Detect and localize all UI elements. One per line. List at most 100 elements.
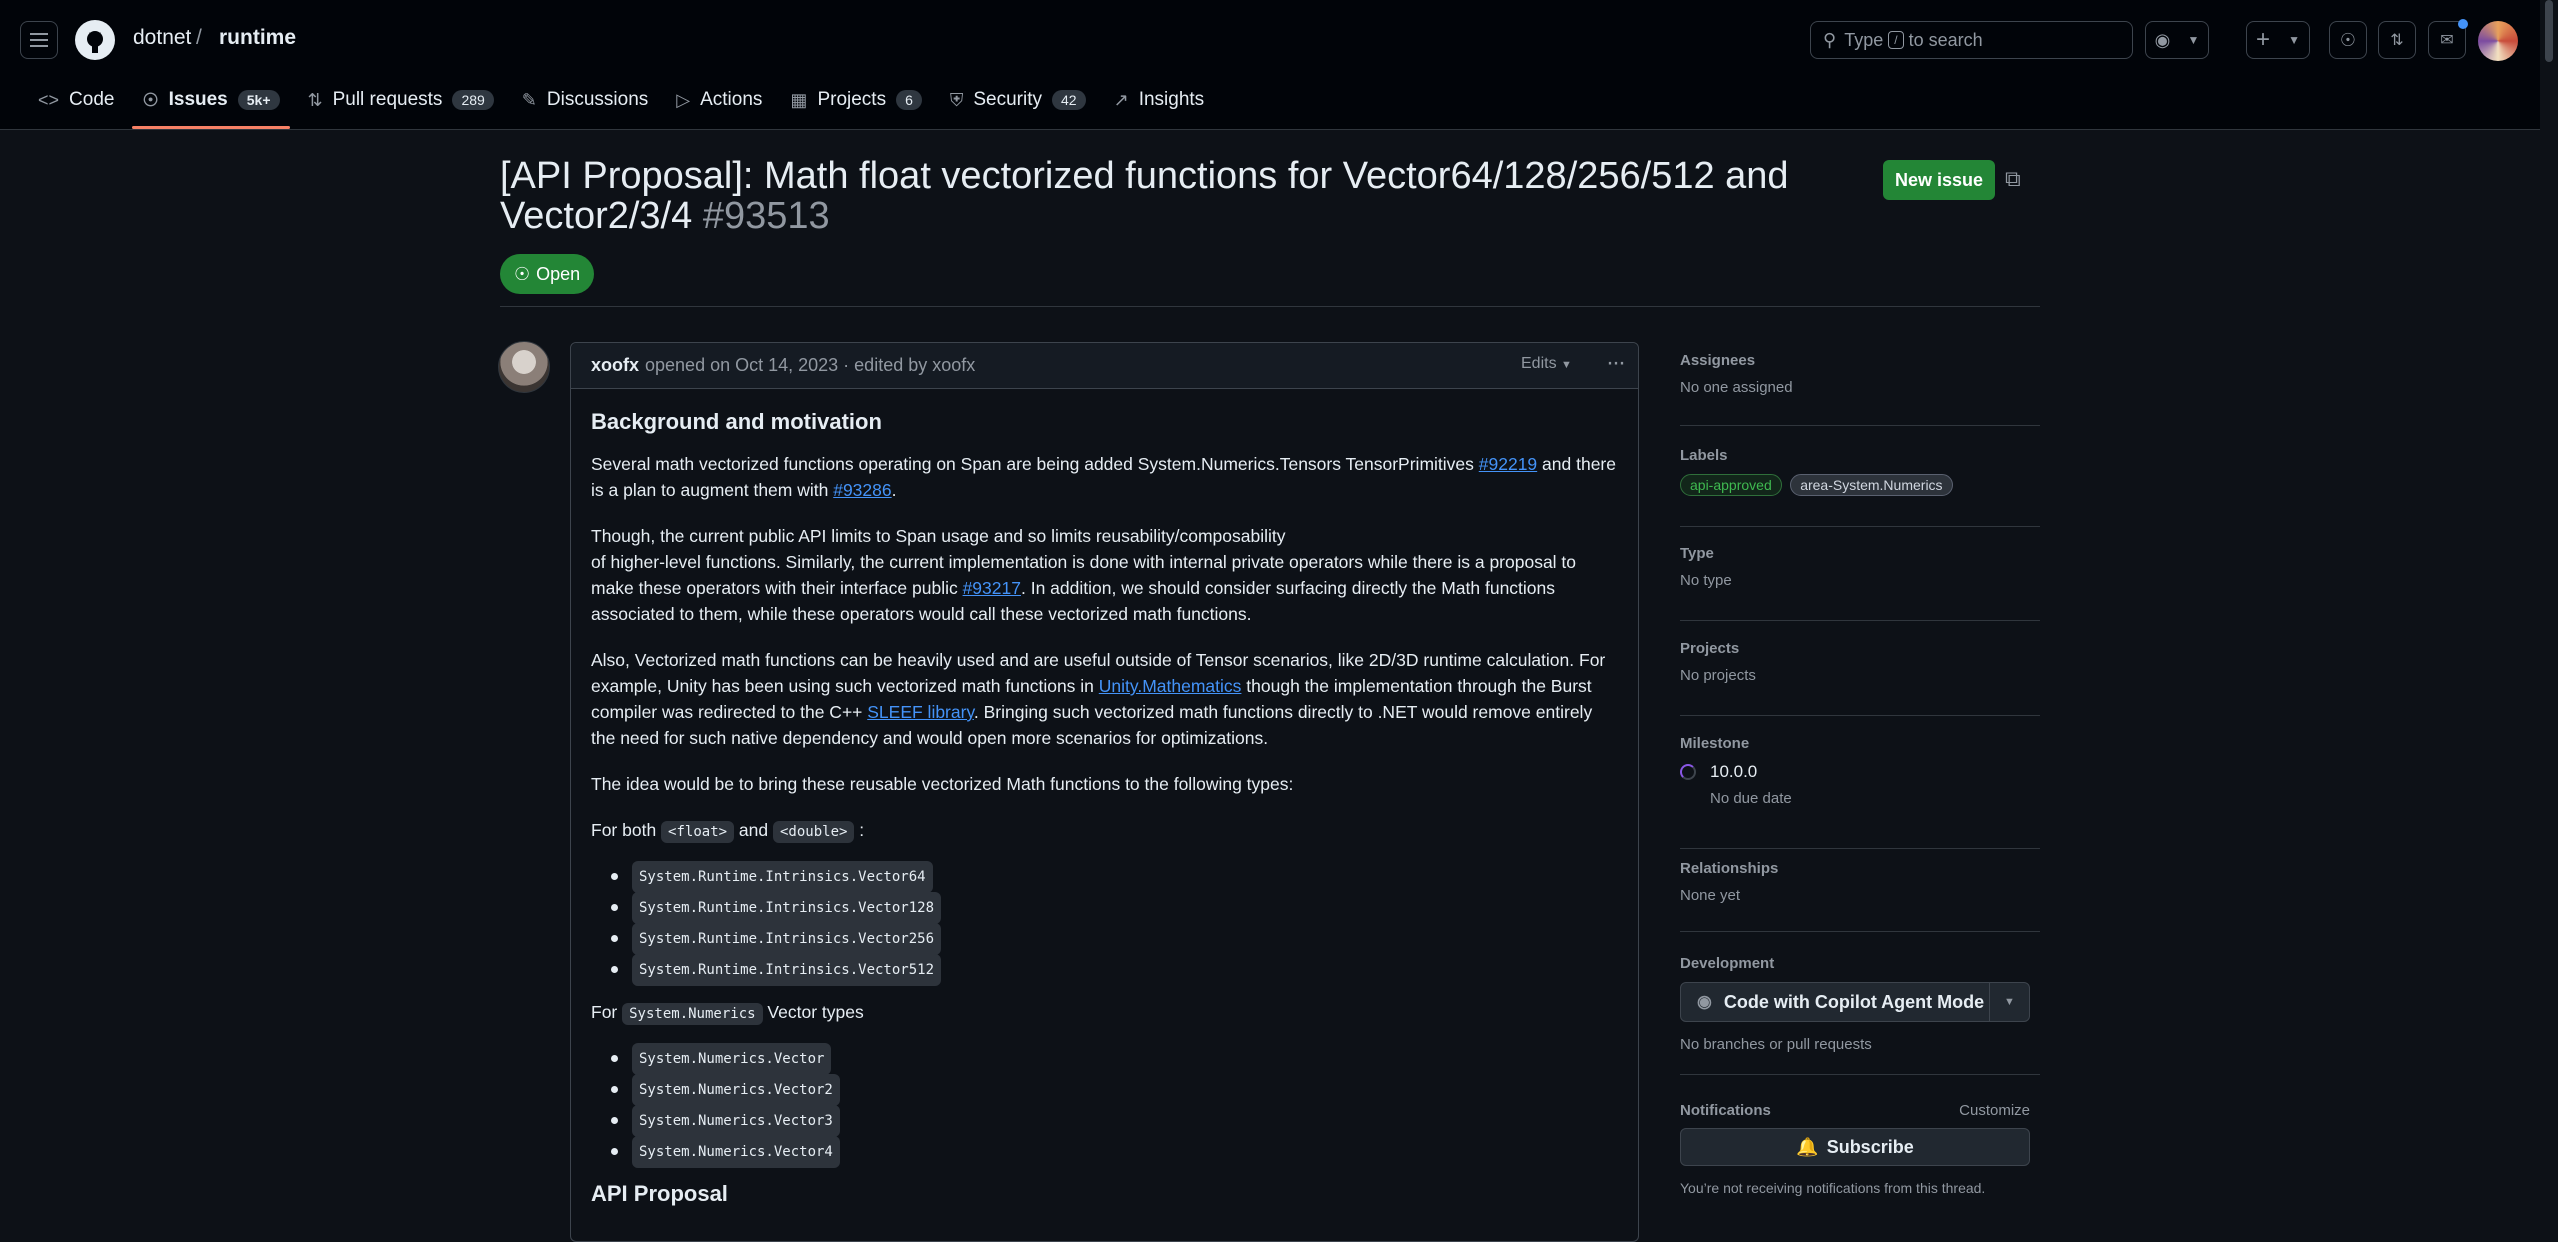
breadcrumb-separator: /	[196, 26, 202, 49]
comment-discussion-icon: ✎	[521, 89, 537, 110]
inbox-button[interactable]: ✉	[2428, 19, 2468, 59]
issue-link[interactable]: #93217	[963, 578, 1021, 598]
label-badge[interactable]: api-approved	[1680, 474, 1782, 496]
sidebar-labels: Labels api-approved area-System.Numerics	[1680, 447, 2040, 527]
repo-nav: <> Code ☉ Issues 5k+ ⇅ Pull requests 289 ✎ Dis…	[28, 84, 1222, 130]
github-logo-icon[interactable]	[75, 20, 115, 60]
milestone-due: No due date	[1710, 790, 1792, 807]
security-count-badge: 42	[1052, 90, 1086, 110]
sidebar-heading[interactable]: Development	[1680, 955, 2040, 972]
inline-code: <double>	[773, 821, 855, 843]
tab-issues[interactable]: ☉ Issues 5k+	[132, 84, 290, 129]
graph-icon: ↗	[1113, 89, 1129, 110]
copilot-agent-button[interactable]: ◉ Code with Copilot Agent Mode ▼	[1680, 982, 2030, 1022]
menu-button[interactable]	[20, 21, 58, 59]
tab-actions[interactable]: ▷ Actions	[666, 84, 772, 116]
list-item: System.Runtime.Intrinsics.Vector128	[591, 891, 1618, 924]
subscribe-button[interactable]: 🔔 Subscribe	[1680, 1128, 2030, 1166]
list-item: System.Numerics.Vector4	[591, 1135, 1618, 1168]
hamburger-icon	[30, 33, 48, 47]
sidebar-development: Development ◉ Code with Copilot Agent Mo…	[1680, 955, 2040, 1075]
sidebar-assignees: Assignees No one assigned	[1680, 352, 2040, 426]
sidebar-heading[interactable]: Milestone	[1680, 735, 2040, 752]
list-item: System.Numerics.Vector	[591, 1042, 1618, 1075]
shield-icon: ⛨	[949, 89, 964, 110]
sidebar-heading[interactable]: Labels	[1680, 447, 2040, 464]
list-item: System.Runtime.Intrinsics.Vector64	[591, 860, 1618, 893]
issue-opened-icon: ☉	[142, 89, 159, 110]
copilot-icon: ◉	[1697, 992, 1712, 1011]
pull-requests-button[interactable]: ⇅	[2378, 21, 2416, 59]
copilot-icon: ◉	[2154, 29, 2171, 50]
sidebar-value: None yet	[1680, 887, 1741, 904]
tab-projects[interactable]: ▦ Projects 6	[780, 84, 931, 116]
external-link[interactable]: Unity.Mathematics	[1099, 676, 1242, 696]
sidebar-relationships: Relationships None yet	[1680, 860, 2040, 932]
list-item: System.Numerics.Vector3	[591, 1104, 1618, 1137]
sidebar-heading[interactable]: Type	[1680, 545, 2040, 562]
notifications-status: You’re not receiving notifications from …	[1680, 1180, 1986, 1196]
external-link[interactable]: SLEEF library	[867, 702, 974, 722]
comment-author[interactable]: xoofx	[591, 355, 639, 376]
issues-button[interactable]: ☉	[2329, 21, 2367, 59]
list-item: System.Numerics.Vector2	[591, 1073, 1618, 1106]
customize-link[interactable]: Customize	[1959, 1102, 2030, 1119]
comment-meta: opened on Oct 14, 2023 · edited by xoofx	[645, 355, 976, 375]
notification-dot	[2458, 19, 2468, 29]
issue-body-comment: xoofx opened on Oct 14, 2023 · edited by…	[570, 342, 1639, 1242]
author-avatar[interactable]	[498, 341, 550, 393]
chevron-down-icon[interactable]: ▼	[1989, 983, 2029, 1021]
section-heading: API Proposal	[591, 1181, 728, 1206]
sidebar-type: Type No type	[1680, 545, 2040, 621]
sidebar-value: No projects	[1680, 667, 1756, 684]
comment-body: Background and motivation Several math v…	[571, 389, 1638, 1207]
milestone-name[interactable]: 10.0.0	[1710, 762, 1757, 782]
tab-discussions[interactable]: ✎ Discussions	[512, 84, 658, 116]
sidebar-heading[interactable]: Assignees	[1680, 352, 2040, 369]
copy-icon[interactable]: ⧉	[2005, 166, 2021, 192]
sidebar-value: No branches or pull requests	[1680, 1036, 1872, 1053]
list-item: System.Runtime.Intrinsics.Vector512	[591, 953, 1618, 986]
tab-pull-requests[interactable]: ⇅ Pull requests 289	[298, 84, 504, 116]
paragraph: Though, the current public API limits to…	[591, 526, 1577, 624]
inline-code: <float>	[661, 821, 735, 843]
tab-code[interactable]: <> Code	[28, 84, 124, 116]
tab-insights[interactable]: ↗ Insights	[1104, 84, 1215, 116]
sidebar-heading: Relationships	[1680, 860, 1779, 877]
milestone-progress-icon	[1680, 764, 1696, 780]
edits-dropdown[interactable]: Edits ▼	[1521, 355, 1572, 373]
inbox-icon: ✉	[2440, 32, 2454, 49]
scrollbar-thumb[interactable]	[2545, 0, 2553, 62]
chevron-down-icon: ▼	[2288, 33, 2300, 47]
new-issue-button[interactable]: New issue	[1883, 160, 1995, 200]
scrollbar[interactable]	[2540, 0, 2558, 1229]
issue-link[interactable]: #92219	[1479, 454, 1537, 474]
numerics-types-list: System.Numerics.Vector System.Numerics.V…	[591, 1042, 1618, 1168]
create-new-button[interactable]: + ▼	[2246, 21, 2310, 59]
paragraph: For System.Numerics Vector types	[591, 999, 1618, 1027]
inline-code: System.Numerics	[622, 1003, 763, 1025]
issue-title-text: [API Proposal]: Math float vectorized fu…	[500, 155, 1789, 237]
tab-security[interactable]: ⛨ Security 42	[940, 84, 1096, 116]
breadcrumb-owner[interactable]: dotnet	[133, 26, 191, 50]
bell-icon: 🔔	[1796, 1136, 1819, 1157]
sidebar-heading[interactable]: Projects	[1680, 640, 2040, 657]
paragraph: The idea would be to bring these reusabl…	[591, 774, 1294, 794]
issue-link[interactable]: #93286	[833, 480, 891, 500]
copilot-button[interactable]: ◉ ▼	[2145, 21, 2209, 59]
table-icon: ▦	[790, 89, 808, 110]
app-header: dotnet / runtime ⚲ Type / to search ◉ ▼ …	[0, 0, 2540, 130]
avatar[interactable]	[2478, 21, 2518, 61]
code-icon: <>	[38, 89, 60, 110]
chevron-down-icon: ▼	[2187, 33, 2200, 47]
section-heading: Background and motivation	[591, 409, 882, 434]
breadcrumb-repo[interactable]: runtime	[219, 26, 296, 50]
paragraph: For both <float> and <double> :	[591, 817, 1618, 845]
pull-requests-count-badge: 289	[452, 90, 494, 110]
kebab-horizontal-icon[interactable]: ···	[1606, 349, 1626, 377]
sidebar-value: No one assigned	[1680, 379, 1793, 396]
sidebar-heading: Notifications	[1680, 1102, 1771, 1119]
search-input[interactable]: ⚲ Type / to search	[1810, 21, 2133, 59]
label-badge[interactable]: area-System.Numerics	[1790, 474, 1953, 496]
sidebar-notifications: Notifications Customize 🔔 Subscribe You’…	[1680, 1102, 2040, 1196]
